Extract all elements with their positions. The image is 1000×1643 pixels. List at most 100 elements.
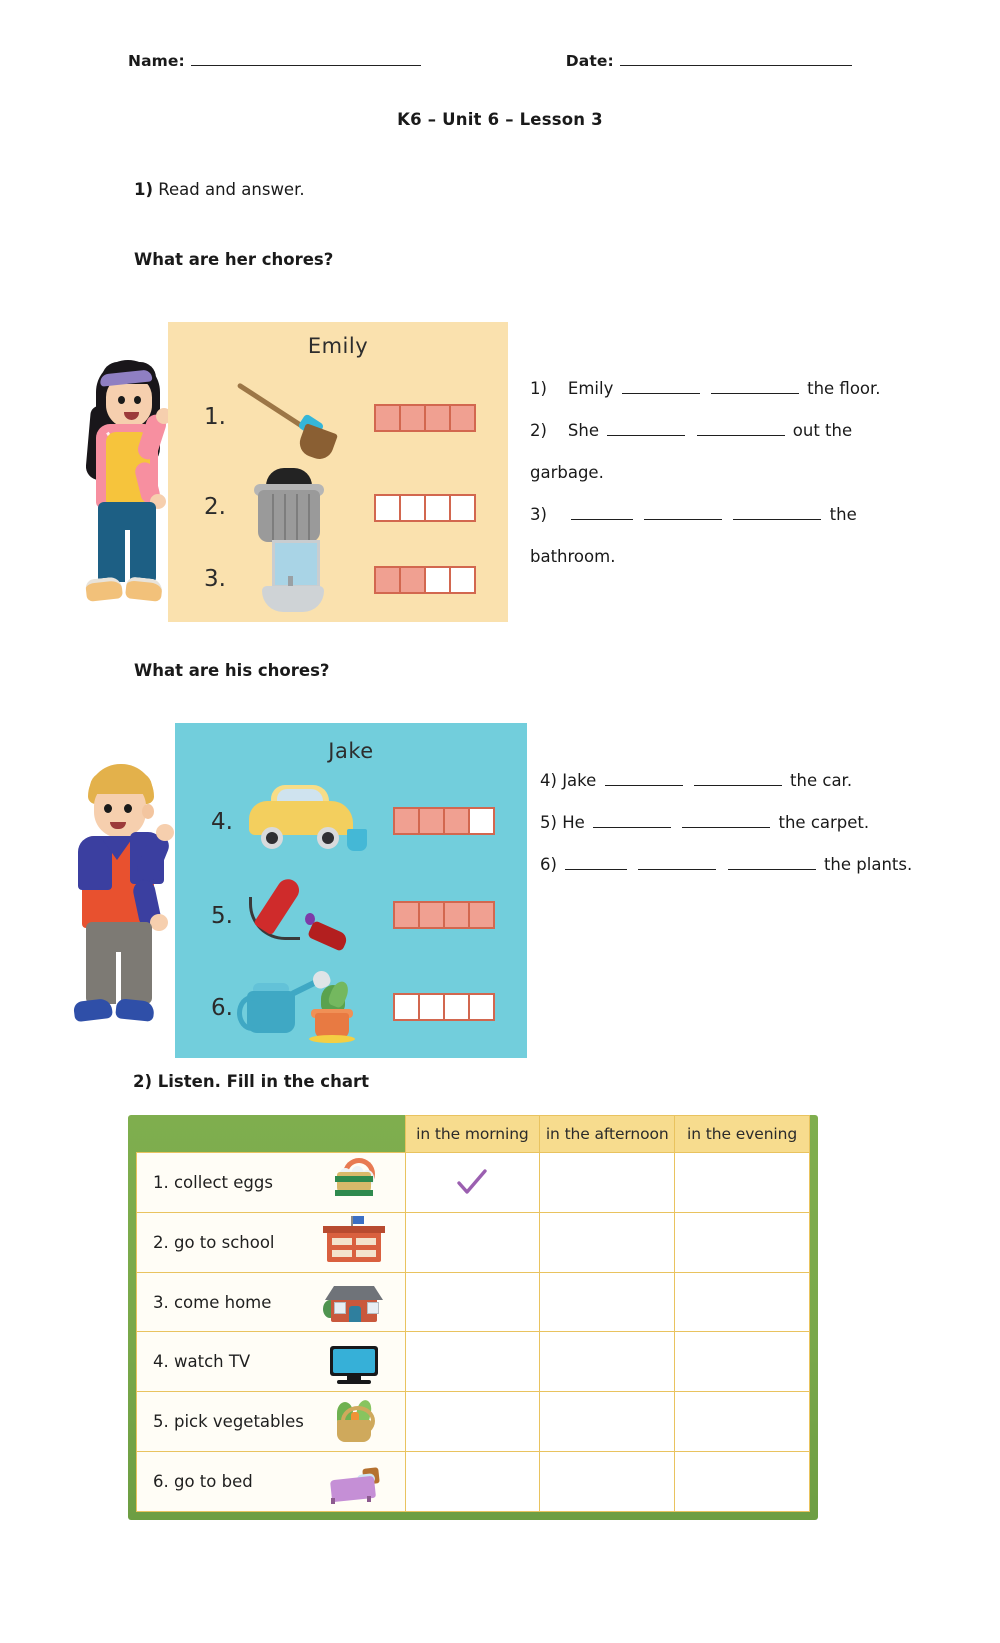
box[interactable] [420, 809, 445, 833]
box[interactable] [376, 568, 401, 592]
chart-cell-evening-2[interactable] [674, 1211, 810, 1273]
answer-blank[interactable] [607, 421, 686, 436]
chore-number-2: 2. [204, 494, 226, 520]
box[interactable] [451, 496, 474, 520]
answer-blank[interactable] [593, 813, 671, 828]
car-wash-icon [239, 779, 369, 865]
table-row: 2. go to school [136, 1211, 810, 1273]
chart-cell-morning-3[interactable] [404, 1271, 541, 1333]
box[interactable] [451, 406, 474, 430]
box[interactable] [401, 568, 426, 592]
chart-cell-evening-5[interactable] [674, 1391, 810, 1453]
task-1-number: 1) [134, 180, 154, 199]
chart-head: in the morning in the afternoon in the e… [137, 1115, 810, 1153]
answer-number-3: 3) [530, 505, 547, 524]
bed-leg [330, 1497, 335, 1504]
listening-chart: in the morning in the afternoon in the e… [128, 1115, 818, 1520]
progress-boxes-6[interactable] [393, 993, 495, 1021]
answer-blank[interactable] [644, 505, 723, 520]
box[interactable] [426, 496, 451, 520]
chore-number-4: 4. [211, 809, 233, 835]
table-row: 6. go to bed [136, 1451, 810, 1512]
progress-boxes-2[interactable] [374, 494, 476, 522]
answer-blank[interactable] [727, 855, 816, 870]
school-window [355, 1250, 376, 1258]
box[interactable] [395, 995, 420, 1019]
answers-his-chores: 4) Jake the car. 5) He the carpet. 6) th… [540, 760, 915, 886]
box[interactable] [451, 568, 474, 592]
chart-cell-afternoon-3[interactable] [539, 1271, 676, 1333]
answer-blank[interactable] [693, 771, 782, 786]
chart-cell-morning-1[interactable] [404, 1152, 541, 1213]
progress-boxes-3[interactable] [374, 566, 476, 594]
table-row: 4. watch TV [136, 1331, 810, 1393]
chart-cell-evening-4[interactable] [674, 1331, 810, 1393]
answer-blank[interactable] [570, 505, 633, 520]
girl-shoe-right-icon [124, 576, 164, 602]
answer-blank[interactable] [565, 855, 628, 870]
answer-blank[interactable] [696, 421, 785, 436]
chart-cell-evening-1[interactable] [674, 1152, 810, 1213]
chart-row-label-2: 2. go to school [136, 1211, 406, 1273]
box[interactable] [420, 903, 445, 927]
answer-blank[interactable] [621, 379, 700, 394]
progress-boxes-1[interactable] [374, 404, 476, 432]
house-window [366, 1302, 379, 1315]
name-input-line[interactable] [190, 52, 421, 66]
chart-cell-afternoon-1[interactable] [539, 1152, 676, 1213]
box[interactable] [445, 903, 470, 927]
answer-blank[interactable] [710, 379, 799, 394]
chart-cell-morning-4[interactable] [404, 1331, 541, 1393]
egg-basket-icon [323, 1158, 385, 1206]
chart-cell-afternoon-5[interactable] [539, 1391, 676, 1453]
progress-boxes-4[interactable] [393, 807, 495, 835]
box[interactable] [420, 995, 445, 1019]
box[interactable] [470, 903, 493, 927]
chore-row-4: 4. [175, 777, 527, 867]
bed-icon [323, 1458, 385, 1506]
chart-cell-evening-3[interactable] [674, 1271, 810, 1333]
car-wheel [261, 827, 283, 849]
box[interactable] [401, 496, 426, 520]
chart-cell-afternoon-2[interactable] [539, 1211, 676, 1273]
date-input-line[interactable] [619, 52, 852, 66]
box[interactable] [376, 406, 401, 430]
basket-body [336, 1419, 371, 1442]
boy-eye-right-icon [124, 804, 132, 813]
chart-cell-morning-5[interactable] [404, 1391, 541, 1453]
chart-row-label-1: 1. collect eggs [136, 1152, 406, 1213]
box[interactable] [401, 406, 426, 430]
chart-cell-afternoon-4[interactable] [539, 1331, 676, 1393]
row-label-text: 6. go to bed [153, 1472, 253, 1492]
answer-number-1: 1) [530, 379, 547, 398]
answer-subject-2: She [567, 421, 600, 440]
box[interactable] [470, 995, 493, 1019]
box[interactable] [395, 903, 420, 927]
answer-blank[interactable] [638, 855, 717, 870]
chore-row-6: 6. [175, 963, 527, 1053]
progress-boxes-5[interactable] [393, 901, 495, 929]
chart-cell-afternoon-6[interactable] [539, 1451, 676, 1512]
box[interactable] [445, 995, 470, 1019]
chore-number-6: 6. [211, 995, 233, 1021]
tv-screen [332, 1348, 375, 1373]
box[interactable] [470, 809, 493, 833]
chart-cell-morning-2[interactable] [404, 1211, 541, 1273]
answer-blank[interactable] [604, 771, 683, 786]
row-label-text: 4. watch TV [153, 1352, 251, 1372]
box[interactable] [376, 496, 401, 520]
chart-cell-evening-6[interactable] [674, 1451, 810, 1512]
box[interactable] [445, 809, 470, 833]
chore-row-5: 5. [175, 871, 527, 961]
answer-line-6: 6) the plants. [540, 844, 915, 886]
box[interactable] [395, 809, 420, 833]
chart-cell-morning-6[interactable] [404, 1451, 541, 1512]
school-flag [352, 1216, 364, 1225]
answer-blank[interactable] [682, 813, 771, 828]
answer-blank[interactable] [733, 505, 822, 520]
answer-number-5: 5) [540, 813, 557, 832]
house-door [348, 1306, 361, 1323]
bed-leg [366, 1495, 371, 1502]
box[interactable] [426, 568, 451, 592]
box[interactable] [426, 406, 451, 430]
